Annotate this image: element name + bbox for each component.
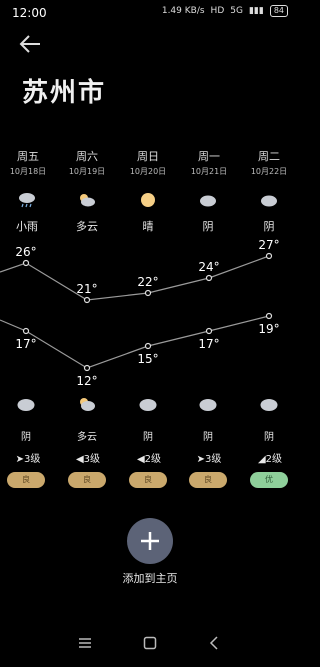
high-temp-point (205, 274, 213, 282)
day-header: 周二 10月22日 (239, 148, 299, 177)
low-temp-label: 15° (137, 352, 158, 366)
net-speed: 1.49 KB/s (161, 6, 205, 16)
menu-icon[interactable] (78, 637, 92, 649)
low-temp-point (22, 327, 30, 335)
cloud-icon (260, 399, 278, 411)
high-temp-label: 24° (198, 260, 219, 274)
high-temp-label: 26° (15, 245, 36, 259)
back-button[interactable] (18, 34, 44, 54)
aqi-badge: 良 (68, 472, 106, 488)
night-condition: 多云 (77, 432, 97, 443)
wind-level: ◀2级 (136, 454, 162, 465)
high-temp-point (83, 296, 91, 304)
night-condition: 阴 (264, 432, 274, 443)
signal-label: 5G (230, 6, 243, 16)
aqi-badge: 优 (250, 472, 288, 488)
cloud-icon (200, 195, 216, 207)
rain-cloud-icon (19, 193, 35, 208)
aqi-badge: 良 (7, 472, 45, 488)
high-temp-label: 27° (258, 238, 279, 252)
aqi-badge: 良 (129, 472, 167, 488)
night-condition: 阴 (143, 432, 153, 443)
back-nav-icon[interactable] (208, 636, 220, 650)
add-to-home-label: 添加到主页 (122, 572, 178, 585)
day-header: 周一 10月21日 (179, 148, 239, 177)
high-temp-point (265, 252, 273, 260)
low-temp-label: 12° (76, 374, 97, 388)
day-date: 10月20日 (129, 167, 167, 176)
arrow-left-icon (19, 35, 40, 53)
wind-level: ➤3级 (196, 454, 222, 465)
day-name: 周二 (258, 150, 280, 163)
battery-icon: 84 (269, 5, 288, 17)
night-condition: 阴 (203, 432, 213, 443)
high-temp-line (0, 255, 270, 301)
day-name: 周六 (76, 150, 98, 163)
high-temp-point (22, 259, 30, 267)
day-date: 10月22日 (250, 167, 288, 176)
partly-cloudy-icon (80, 194, 95, 207)
day-date: 10月18日 (9, 167, 47, 176)
cloud-icon (199, 399, 217, 411)
day-name: 周日 (137, 150, 159, 163)
low-temp-point (205, 327, 213, 335)
day-header: 周六 10月19日 (57, 148, 117, 177)
hd-icon: HD (210, 6, 225, 16)
plus-icon (141, 532, 159, 550)
low-temp-label: 19° (258, 322, 279, 336)
low-temp-point (265, 312, 273, 320)
day-date: 10月19日 (68, 167, 106, 176)
low-temp-label: 17° (198, 337, 219, 351)
cloud-icon (17, 399, 35, 411)
home-icon[interactable] (143, 636, 157, 650)
high-temp-label: 21° (76, 282, 97, 296)
add-to-home-button[interactable] (127, 518, 173, 564)
status-icons: 1.49 KB/s HD 5G ▮▮▮ 84 (162, 5, 288, 17)
signal-icon: ▮▮▮ (248, 6, 264, 16)
cloud-icon (139, 399, 157, 411)
sun-icon (141, 193, 155, 207)
high-temp-point (144, 289, 152, 297)
high-temp-label: 22° (137, 275, 158, 289)
low-temp-point (144, 342, 152, 350)
day-header: 周五 10月18日 (0, 148, 58, 177)
low-temp-label: 17° (15, 337, 36, 351)
wind-level: ➤3级 (15, 454, 41, 465)
wind-level: ◀3级 (75, 454, 101, 465)
night-condition: 阴 (21, 432, 31, 443)
low-temp-point (83, 364, 91, 372)
low-temp-line (0, 315, 270, 369)
city-title: 苏州市 (22, 78, 107, 108)
aqi-badge: 良 (189, 472, 227, 488)
day-date: 10月21日 (190, 167, 228, 176)
status-time: 12:00 (12, 6, 47, 20)
wind-level: ◢2级 (257, 454, 283, 465)
day-name: 周五 (17, 150, 39, 163)
day-name: 周一 (198, 150, 220, 163)
status-bar: 12:00 1.49 KB/s HD 5G ▮▮▮ 84 (0, 0, 300, 28)
cloud-icon (261, 195, 277, 207)
temperature-chart: 26° 21° 22° 24° 27° 17° 12° 15° 17° 19° (0, 238, 280, 388)
partly-cloudy-icon (80, 398, 95, 411)
day-header: 周日 10月20日 (118, 148, 178, 177)
navigation-bar (0, 633, 300, 653)
